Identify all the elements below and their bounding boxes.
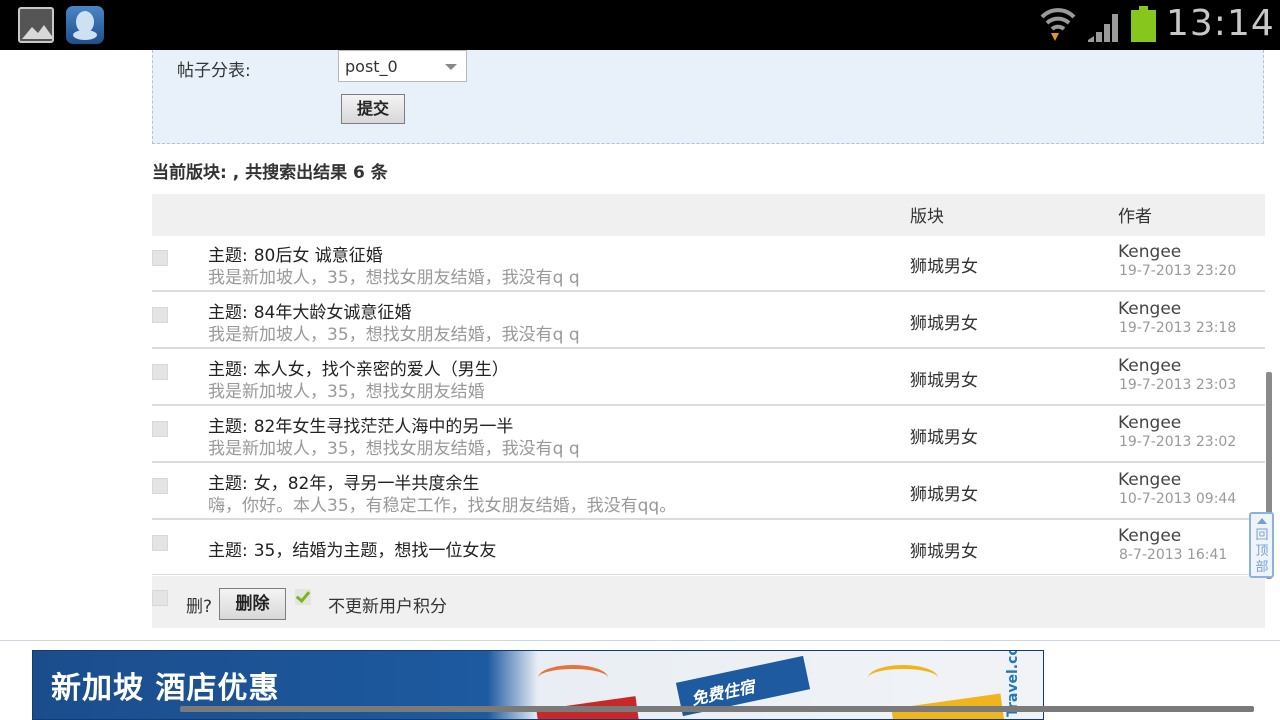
table-row: 主题: 本人女，找个亲密的爱人（男生） 我是新加坡人，35，想找女朋友结婚 狮城男… <box>152 350 1265 406</box>
signal-icon <box>1088 6 1124 48</box>
row-excerpt: 我是新加坡人，35，想找女朋友结婚，我没有q q <box>208 439 580 459</box>
row-board[interactable]: 狮城男女 <box>910 366 978 391</box>
no-update-points-label: 不更新用户积分 <box>328 597 447 617</box>
row-subject[interactable]: 主题: 35，结婚为主题，想找一位女友 <box>208 536 496 561</box>
submit-button[interactable]: 提交 <box>341 94 405 124</box>
row-excerpt: 我是新加坡人，35，想找女朋友结婚，我没有q q <box>208 268 580 288</box>
table-label: 帖子分表: <box>177 61 251 81</box>
status-bar: 13:14 <box>0 0 1280 50</box>
page-divider <box>0 640 1280 641</box>
row-checkbox[interactable] <box>152 421 168 437</box>
select-all-checkbox[interactable] <box>152 590 168 606</box>
chevron-down-icon <box>445 64 457 70</box>
row-excerpt: 我是新加坡人，35，想找女朋友结婚，我没有q q <box>208 325 580 345</box>
banner-tagline: 免费住宿 <box>689 676 757 709</box>
table-select[interactable]: post_0 <box>338 50 467 82</box>
row-author[interactable]: Kengee <box>1118 526 1181 546</box>
table-row: 主题: 84年大龄女诚意征婚 我是新加坡人，35，想找女朋友结婚，我没有q q 狮… <box>152 293 1265 349</box>
clock: 13:14 <box>1166 3 1275 44</box>
row-board[interactable]: 狮城男女 <box>910 252 978 277</box>
row-board[interactable]: 狮城男女 <box>910 537 978 562</box>
table-row: 主题: 35，结婚为主题，想找一位女友 狮城男女 Kengee 8-7-2013 … <box>152 521 1265 575</box>
arrow-up-icon <box>1257 518 1267 524</box>
row-author[interactable]: Kengee <box>1118 356 1181 376</box>
search-form: 帖子分表: post_0 提交 <box>152 50 1264 144</box>
banner-title: 新加坡 酒店优惠 <box>51 671 280 706</box>
column-header-board: 版块 <box>910 207 944 227</box>
delete-button[interactable]: 删除 <box>219 588 286 620</box>
row-checkbox[interactable] <box>152 364 168 380</box>
row-checkbox[interactable] <box>152 535 168 551</box>
back-to-top-button[interactable]: 回顶部 <box>1249 512 1274 578</box>
table-select-value: post_0 <box>345 57 398 76</box>
row-checkbox[interactable] <box>152 307 168 323</box>
row-excerpt: 嗨，你好。本人35，有稳定工作，找女朋友结婚，我没有qq。 <box>208 496 677 516</box>
row-author[interactable]: Kengee <box>1118 299 1181 319</box>
table-row: 主题: 80后女 诚意征婚 我是新加坡人，35，想找女朋友结婚，我没有q q 狮城… <box>152 236 1265 292</box>
row-checkbox[interactable] <box>152 478 168 494</box>
row-date: 8-7-2013 16:41 <box>1119 547 1228 563</box>
back-to-top-label: 回顶部 <box>1255 528 1269 575</box>
table-row: 主题: 女，82年，寻另一半共度余生 嗨，你好。本人35，有稳定工作，找女朋友结婚… <box>152 464 1265 520</box>
horizontal-scrollbar[interactable] <box>180 706 1254 712</box>
row-date: 19-7-2013 23:18 <box>1119 320 1237 336</box>
row-date: 10-7-2013 09:44 <box>1119 491 1237 507</box>
delete-question-label: 删? <box>186 597 213 617</box>
qq-icon <box>66 6 104 44</box>
row-author[interactable]: Kengee <box>1118 470 1181 490</box>
row-excerpt: 我是新加坡人，35，想找女朋友结婚 <box>208 382 485 402</box>
row-author[interactable]: Kengee <box>1118 413 1181 433</box>
phoenix-graphic <box>868 665 938 691</box>
row-date: 19-7-2013 23:20 <box>1119 263 1237 279</box>
row-date: 19-7-2013 23:03 <box>1119 377 1237 393</box>
phoenix-graphic <box>538 665 608 691</box>
row-board[interactable]: 狮城男女 <box>910 309 978 334</box>
row-board[interactable]: 狮城男女 <box>910 423 978 448</box>
result-summary: 当前版块: , 共搜索出结果 6 条 <box>152 163 388 183</box>
no-update-points-checkbox[interactable] <box>295 589 311 605</box>
gallery-icon <box>18 7 54 43</box>
row-date: 19-7-2013 23:02 <box>1119 434 1237 450</box>
results-table-header: 版块 作者 <box>152 194 1265 236</box>
wifi-icon <box>1040 5 1076 49</box>
bulk-actions-bar: 删? 删除 不更新用户积分 <box>152 576 1265 628</box>
column-header-author: 作者 <box>1118 207 1152 227</box>
row-board[interactable]: 狮城男女 <box>910 480 978 505</box>
table-row: 主题: 82年女生寻找茫茫人海中的另一半 我是新加坡人，35，想找女朋友结婚，我没… <box>152 407 1265 463</box>
battery-icon <box>1131 6 1156 42</box>
row-checkbox[interactable] <box>152 250 168 266</box>
row-author[interactable]: Kengee <box>1118 242 1181 262</box>
